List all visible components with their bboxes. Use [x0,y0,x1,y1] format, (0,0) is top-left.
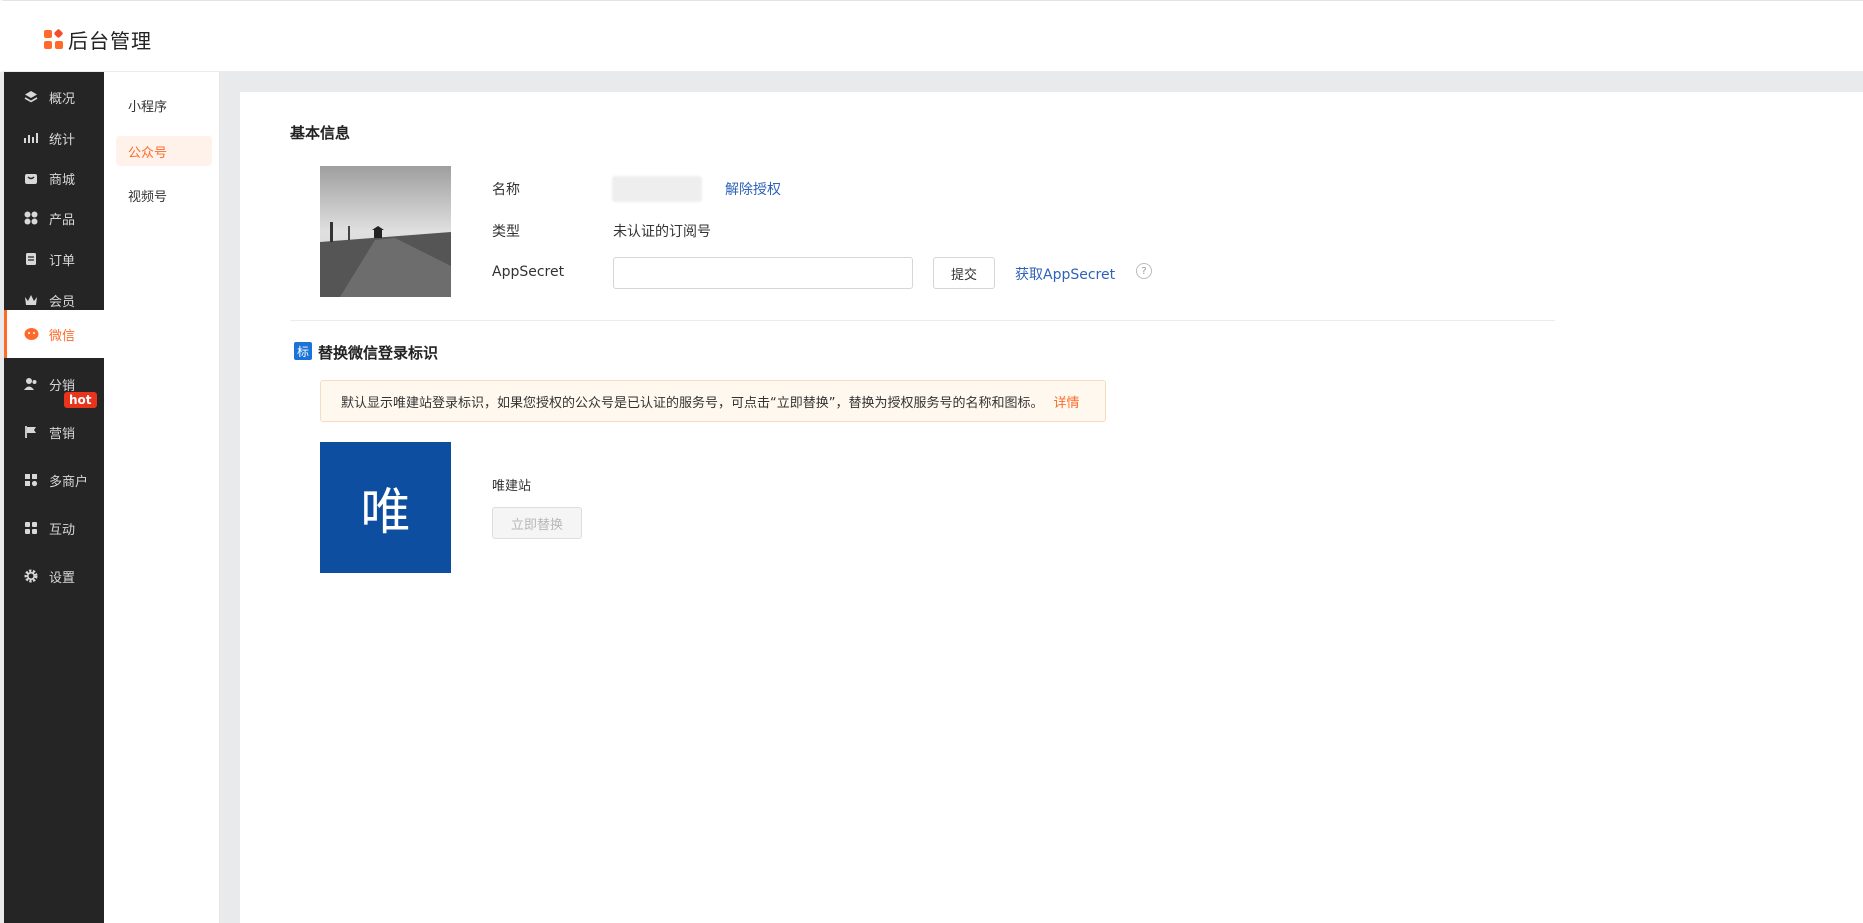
name-label: 名称 [492,182,520,198]
sidebar-item-label: 微信 [49,328,76,344]
hot-badge: hot [64,392,97,408]
gear-icon [23,568,39,584]
sidebar-item-label: 设置 [49,570,76,586]
sidebar-item-label: 分销 [49,378,76,394]
sidebar-item-marketing[interactable]: 营销 [4,408,104,456]
subnav-item-label: 小程序 [128,99,168,115]
sidebar-item-label: 互动 [49,522,76,538]
sidebar-item-label: 会员 [49,294,76,310]
notice-text: 默认显示唯建站登录标识，如果您授权的公众号是已认证的服务号，可点击“立即替换”，… [341,395,1044,411]
chart-icon [23,130,39,146]
sidebar-item-settings[interactable]: 设置 [4,552,104,600]
type-label: 类型 [492,224,520,240]
sidebar-item-interaction[interactable]: 互动 [4,504,104,552]
sidebar-item-label: 概况 [49,91,76,107]
subnav-item-label: 公众号 [128,145,168,161]
site-name: 唯建站 [492,479,532,494]
sidebar-item-label: 统计 [49,132,76,148]
account-avatar [320,166,451,297]
sidebar-item-label: 商城 [49,172,76,188]
replace-login-title: 替换微信登录标识 [318,344,439,362]
app-title: 后台管理 [68,29,152,53]
replace-notice: 默认显示唯建站登录标识，如果您授权的公众号是已认证的服务号，可点击“立即替换”，… [320,380,1106,422]
account-name-redacted [612,176,702,202]
main-content: 基本信息 名称 解除授权 类型 未认证的订阅号 AppSecret 提交 获取A… [240,92,1863,923]
subnav-item-channels[interactable]: 视频号 [116,180,212,210]
sidebar-item-label: 营销 [49,426,76,442]
store-icon [23,472,39,488]
clipboard-icon [23,251,39,267]
sidebar-item-multistore[interactable]: 多商户 [4,456,104,504]
site-logo-tile: 唯 [320,442,451,573]
basic-info-title: 基本信息 [290,124,351,142]
sub-sidebar: 小程序 公众号 视频号 [104,72,220,923]
subnav-item-label: 视频号 [128,189,168,205]
notice-details-link[interactable]: 详情 [1053,392,1079,411]
top-header: 后台管理 [0,0,1863,72]
bag-icon [23,170,39,186]
wechat-icon [23,326,39,342]
subnav-item-official-account[interactable]: 公众号 [116,136,212,166]
unbind-link[interactable]: 解除授权 [725,179,781,199]
sidebar-item-label: 产品 [49,212,76,228]
main-sidebar-lower: 分销 营销 多商户 互动 设置 [4,358,104,923]
sidebar-item-label: 多商户 [49,474,89,490]
replace-now-button: 立即替换 [492,507,582,539]
get-appsecret-link[interactable]: 获取AppSecret [1015,264,1115,284]
avatar-photo-icon [320,166,451,297]
type-value: 未认证的订阅号 [613,224,711,240]
tag-icon: 标 [294,342,312,360]
appsecret-label: AppSecret [492,264,565,280]
help-icon[interactable]: ? [1136,263,1152,279]
submit-button[interactable]: 提交 [933,257,995,289]
brand-logo-icon [44,28,64,50]
users-icon [23,376,39,392]
brand[interactable]: 后台管理 [44,25,152,54]
flag-icon [23,424,39,440]
sidebar-item-wechat[interactable]: 微信 [4,310,104,358]
apps-icon [23,520,39,536]
appsecret-input[interactable] [613,257,913,289]
subnav-item-miniprogram[interactable]: 小程序 [116,90,212,120]
sidebar-item-label: 订单 [49,253,76,269]
crown-icon [23,292,39,308]
section-divider [290,320,1555,321]
layers-icon [23,89,39,105]
grid-icon [23,210,39,226]
